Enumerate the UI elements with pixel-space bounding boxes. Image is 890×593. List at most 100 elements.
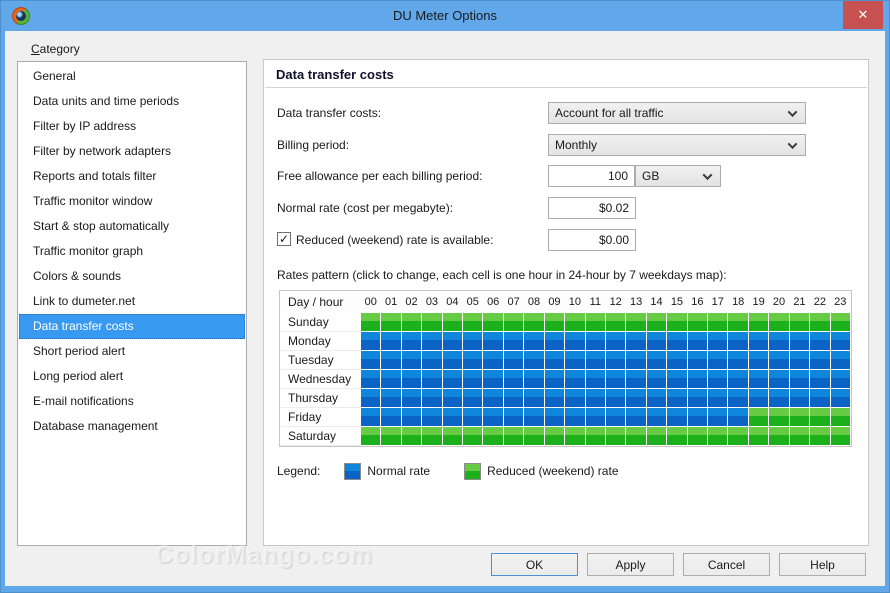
rate-cell[interactable] bbox=[565, 313, 584, 331]
rate-cell[interactable] bbox=[381, 427, 400, 445]
rate-cell[interactable] bbox=[647, 427, 666, 445]
data-transfer-costs-select[interactable]: Account for all traffic bbox=[548, 102, 806, 124]
category-item[interactable]: Data units and time periods bbox=[19, 89, 245, 114]
rate-cell[interactable] bbox=[361, 427, 380, 445]
category-item[interactable]: E-mail notifications bbox=[19, 389, 245, 414]
rate-cell[interactable] bbox=[708, 313, 727, 331]
rate-cell[interactable] bbox=[381, 351, 400, 369]
rate-cell[interactable] bbox=[361, 389, 380, 407]
rate-cell[interactable] bbox=[483, 313, 502, 331]
rate-cell[interactable] bbox=[790, 389, 809, 407]
rate-cell[interactable] bbox=[667, 427, 686, 445]
rate-cell[interactable] bbox=[483, 370, 502, 388]
rate-cell[interactable] bbox=[545, 332, 564, 350]
rate-cell[interactable] bbox=[586, 389, 605, 407]
rate-cell[interactable] bbox=[361, 351, 380, 369]
rate-cell[interactable] bbox=[749, 389, 768, 407]
rate-cell[interactable] bbox=[831, 313, 850, 331]
rate-cell[interactable] bbox=[483, 389, 502, 407]
rate-cell[interactable] bbox=[749, 408, 768, 426]
rate-cell[interactable] bbox=[626, 332, 645, 350]
rate-cell[interactable] bbox=[565, 351, 584, 369]
category-item[interactable]: Database management bbox=[19, 414, 245, 439]
category-item[interactable]: Traffic monitor graph bbox=[19, 239, 245, 264]
rate-cell[interactable] bbox=[688, 389, 707, 407]
rate-cell[interactable] bbox=[565, 408, 584, 426]
rate-cell[interactable] bbox=[688, 351, 707, 369]
rate-cell[interactable] bbox=[565, 427, 584, 445]
rate-cell[interactable] bbox=[606, 408, 625, 426]
rate-cell[interactable] bbox=[831, 389, 850, 407]
rate-cell[interactable] bbox=[545, 408, 564, 426]
free-allowance-input[interactable] bbox=[548, 165, 635, 187]
rate-cell[interactable] bbox=[381, 370, 400, 388]
rate-cell[interactable] bbox=[831, 427, 850, 445]
rate-cell[interactable] bbox=[606, 351, 625, 369]
rate-cell[interactable] bbox=[790, 408, 809, 426]
rate-cell[interactable] bbox=[586, 427, 605, 445]
rate-cell[interactable] bbox=[402, 313, 421, 331]
rate-cell[interactable] bbox=[749, 370, 768, 388]
rate-cell[interactable] bbox=[463, 351, 482, 369]
rate-cell[interactable] bbox=[565, 370, 584, 388]
rate-cell[interactable] bbox=[402, 332, 421, 350]
help-button[interactable]: Help bbox=[779, 553, 866, 576]
rate-cell[interactable] bbox=[504, 332, 523, 350]
rate-cell[interactable] bbox=[361, 332, 380, 350]
category-item[interactable]: Filter by network adapters bbox=[19, 139, 245, 164]
rate-cell[interactable] bbox=[545, 389, 564, 407]
rate-cell[interactable] bbox=[545, 351, 564, 369]
category-item[interactable]: Filter by IP address bbox=[19, 114, 245, 139]
rate-cell[interactable] bbox=[443, 370, 462, 388]
rate-cell[interactable] bbox=[831, 332, 850, 350]
rate-cell[interactable] bbox=[810, 313, 829, 331]
rate-cell[interactable] bbox=[708, 389, 727, 407]
rate-cell[interactable] bbox=[586, 313, 605, 331]
rate-cell[interactable] bbox=[667, 370, 686, 388]
rate-cell[interactable] bbox=[790, 427, 809, 445]
rate-cell[interactable] bbox=[483, 408, 502, 426]
rate-cell[interactable] bbox=[524, 427, 543, 445]
rate-cell[interactable] bbox=[708, 332, 727, 350]
rate-cell[interactable] bbox=[565, 389, 584, 407]
rate-cell[interactable] bbox=[463, 408, 482, 426]
rate-cell[interactable] bbox=[769, 427, 788, 445]
billing-period-select[interactable]: Monthly bbox=[548, 134, 806, 156]
rate-cell[interactable] bbox=[422, 389, 441, 407]
rate-cell[interactable] bbox=[483, 427, 502, 445]
rate-cell[interactable] bbox=[831, 408, 850, 426]
rate-cell[interactable] bbox=[626, 389, 645, 407]
rate-cell[interactable] bbox=[688, 370, 707, 388]
rate-cell[interactable] bbox=[443, 427, 462, 445]
rate-cell[interactable] bbox=[504, 313, 523, 331]
rate-cell[interactable] bbox=[463, 332, 482, 350]
rate-cell[interactable] bbox=[769, 351, 788, 369]
rate-cell[interactable] bbox=[504, 389, 523, 407]
rate-cell[interactable] bbox=[545, 313, 564, 331]
rate-cell[interactable] bbox=[606, 370, 625, 388]
rate-cell[interactable] bbox=[810, 332, 829, 350]
rate-cell[interactable] bbox=[790, 313, 809, 331]
rate-cell[interactable] bbox=[443, 408, 462, 426]
rate-cell[interactable] bbox=[708, 408, 727, 426]
close-button[interactable]: ✕ bbox=[843, 1, 883, 29]
rate-cell[interactable] bbox=[769, 332, 788, 350]
rate-cell[interactable] bbox=[708, 427, 727, 445]
rate-cell[interactable] bbox=[586, 408, 605, 426]
reduced-rate-checkbox[interactable]: ✓ bbox=[277, 232, 291, 246]
rate-cell[interactable] bbox=[728, 408, 747, 426]
category-item[interactable]: Traffic monitor window bbox=[19, 189, 245, 214]
rate-cell[interactable] bbox=[402, 370, 421, 388]
rate-cell[interactable] bbox=[422, 351, 441, 369]
rate-cell[interactable] bbox=[524, 313, 543, 331]
rate-cell[interactable] bbox=[361, 408, 380, 426]
rate-cell[interactable] bbox=[749, 332, 768, 350]
rate-cell[interactable] bbox=[728, 351, 747, 369]
rate-cell[interactable] bbox=[626, 313, 645, 331]
rate-cell[interactable] bbox=[626, 370, 645, 388]
rate-cell[interactable] bbox=[626, 427, 645, 445]
rate-cell[interactable] bbox=[667, 408, 686, 426]
rate-cell[interactable] bbox=[831, 370, 850, 388]
rate-cell[interactable] bbox=[361, 313, 380, 331]
rate-cell[interactable] bbox=[586, 370, 605, 388]
